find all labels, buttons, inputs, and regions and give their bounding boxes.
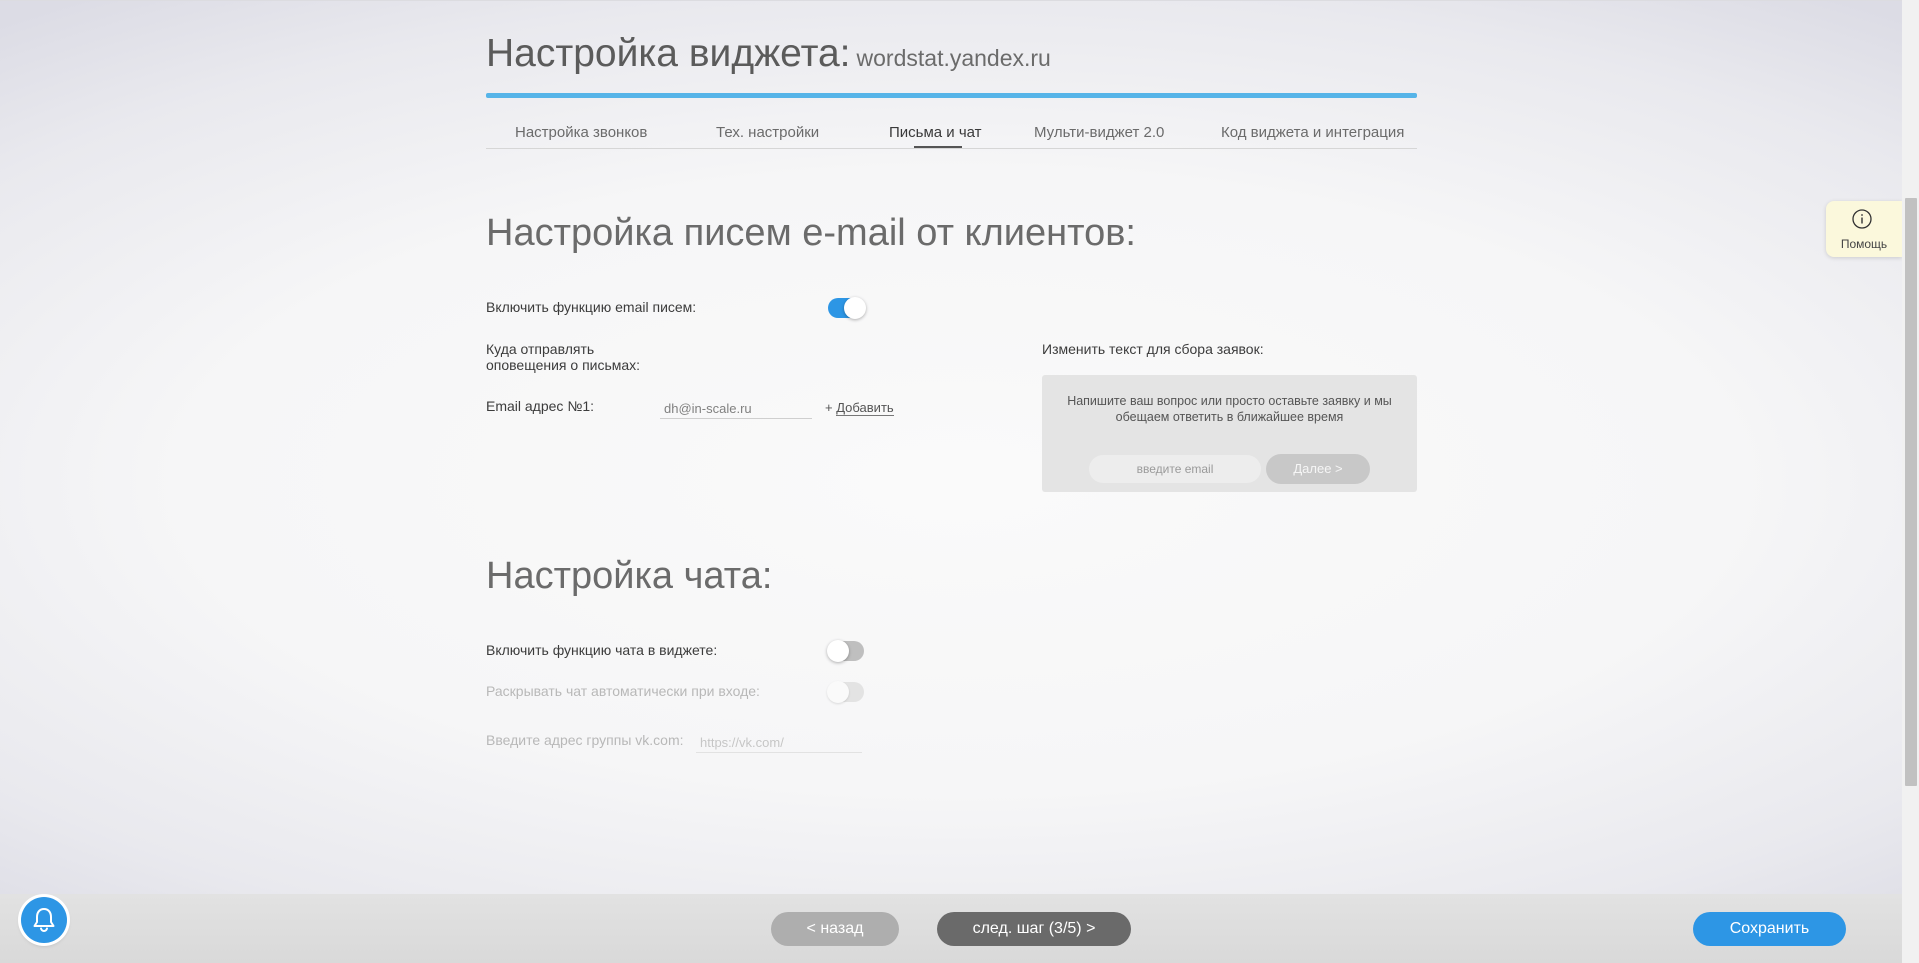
next-step-button[interactable]: след. шаг (3/5) >: [937, 912, 1131, 946]
footer-bar: < назад след. шаг (3/5) > Сохранить: [0, 894, 1902, 963]
toggle-knob: [844, 297, 866, 319]
scrollbar-track[interactable]: [1902, 0, 1919, 963]
chat-enable-toggle[interactable]: [827, 640, 864, 662]
send-to-label-line1: Куда отправлять: [486, 341, 595, 357]
site-name: wordstat.yandex.ru: [856, 45, 1051, 71]
tab-calls-settings[interactable]: Настройка звонков: [515, 124, 647, 141]
scrollbar-thumb[interactable]: [1905, 198, 1917, 786]
add-email-link[interactable]: + Добавить: [825, 400, 894, 416]
notifications-button[interactable]: [21, 897, 67, 943]
toggle-knob: [827, 640, 849, 662]
active-tab-indicator: [914, 146, 962, 148]
chat-enable-label: Включить функцию чата в виджете:: [486, 642, 718, 658]
preview-email-input: введите email: [1089, 455, 1261, 483]
save-button[interactable]: Сохранить: [1693, 912, 1846, 946]
send-to-label-line2: оповещения о письмах:: [486, 357, 641, 373]
header-progress-bar: [486, 93, 1417, 98]
help-label: Помощь: [1840, 237, 1888, 251]
tab-tech-settings[interactable]: Тех. настройки: [716, 124, 819, 141]
chat-section-title: Настройка чата:: [486, 555, 773, 597]
vk-group-input[interactable]: [696, 732, 862, 753]
page-title: Настройка виджета: wordstat.yandex.ru: [486, 32, 1051, 76]
help-tab[interactable]: Помощь: [1826, 201, 1902, 257]
info-icon: [1852, 209, 1872, 229]
vk-group-label: Введите адрес группы vk.com:: [486, 732, 684, 748]
email-enable-toggle[interactable]: [828, 297, 866, 319]
email-enable-label: Включить функцию email писем:: [486, 299, 697, 315]
request-form-preview[interactable]: Напишите ваш вопрос или просто оставьте …: [1042, 375, 1417, 492]
chat-auto-open-toggle[interactable]: [827, 681, 864, 703]
bell-icon: [33, 908, 55, 933]
back-button[interactable]: < назад: [771, 912, 899, 946]
preview-message: Напишите ваш вопрос или просто оставьте …: [1067, 394, 1392, 424]
change-text-label: Изменить текст для сбора заявок:: [1042, 341, 1264, 357]
email-address-input[interactable]: [660, 398, 812, 419]
tab-letters-chat[interactable]: Письма и чат: [889, 124, 982, 141]
add-plus: +: [825, 400, 833, 415]
settings-tabs: Настройка звонков Тех. настройки Письма …: [486, 118, 1417, 149]
page-title-text: Настройка виджета:: [486, 32, 851, 75]
email-section-title: Настройка писем e-mail от клиентов:: [486, 212, 1136, 254]
tab-widget-code[interactable]: Код виджета и интеграция: [1221, 124, 1404, 141]
top-border: [0, 0, 1902, 1]
toggle-knob: [827, 681, 849, 703]
preview-next-button: Далее >: [1266, 454, 1370, 484]
add-link-text: Добавить: [836, 400, 894, 416]
tab-multi-widget[interactable]: Мульти-виджет 2.0: [1034, 124, 1164, 141]
chat-auto-open-label: Раскрывать чат автоматически при входе:: [486, 683, 760, 699]
email-address-label: Email адрес №1:: [486, 398, 595, 414]
